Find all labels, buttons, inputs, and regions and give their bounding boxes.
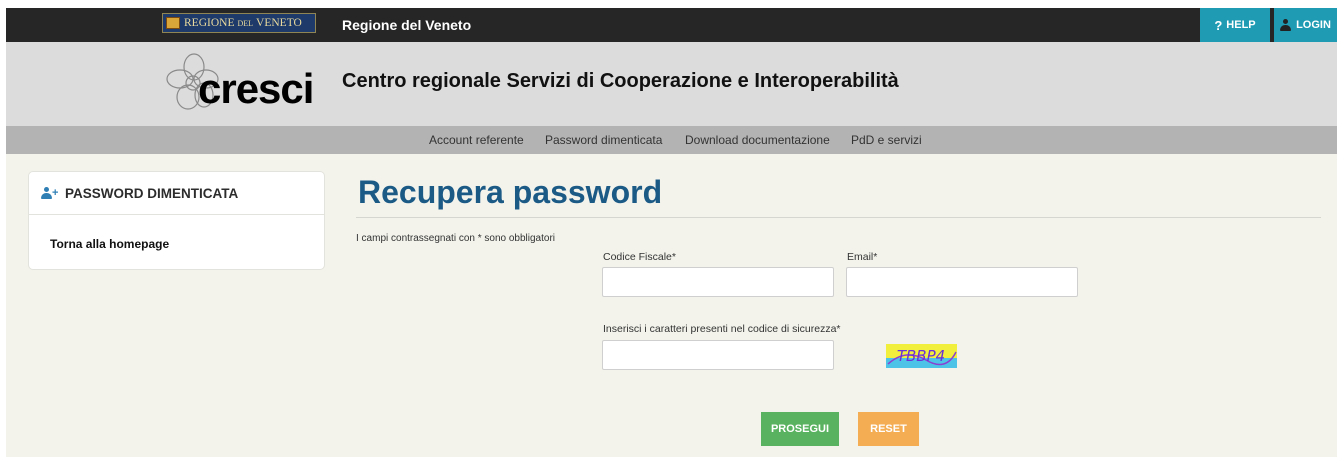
sidebar-item-homepage[interactable]: Torna alla homepage <box>50 237 169 251</box>
codice-fiscale-label: Codice Fiscale* <box>603 251 676 263</box>
user-icon <box>1280 19 1292 31</box>
cresci-logo[interactable]: cresci <box>166 51 332 117</box>
nav-item-password-dimenticata[interactable]: Password dimenticata <box>545 133 662 147</box>
help-label: HELP <box>1226 19 1256 31</box>
nav-item-account-referente[interactable]: Account referente <box>429 133 524 147</box>
topbar-title[interactable]: Regione del Veneto <box>342 17 471 33</box>
region-logo-text-3: VENETO <box>256 17 302 29</box>
question-icon: ? <box>1214 17 1223 33</box>
help-button[interactable]: ? HELP <box>1200 8 1270 42</box>
regione-crest-icon <box>166 17 180 29</box>
prosegui-button[interactable]: PROSEGUI <box>761 412 839 446</box>
email-label: Email* <box>847 251 878 263</box>
add-user-icon: + <box>41 187 59 199</box>
captcha-input[interactable] <box>602 340 834 370</box>
captcha-image: TBBP4 <box>886 344 957 368</box>
region-logo-text-2: DEL <box>237 18 254 28</box>
reset-button[interactable]: RESET <box>858 412 919 446</box>
page-frame: REGIONE DEL VENETO Regione del Veneto ? … <box>6 8 1337 457</box>
main-nav: Account referente Password dimenticata D… <box>6 126 1337 154</box>
nav-item-pdd-servizi[interactable]: PdD e servizi <box>851 133 922 147</box>
nav-item-download-documentazione[interactable]: Download documentazione <box>685 133 830 147</box>
page-title: Recupera password <box>358 174 663 210</box>
captcha-label: Inserisci i caratteri presenti nel codic… <box>603 323 841 335</box>
sidebar-heading-label: PASSWORD DIMENTICATA <box>65 185 239 201</box>
codice-fiscale-input[interactable] <box>602 267 834 297</box>
regione-veneto-logo[interactable]: REGIONE DEL VENETO <box>162 13 316 33</box>
sidebar-panel: + PASSWORD DIMENTICATA Torna alla homepa… <box>28 171 325 270</box>
top-bar: REGIONE DEL VENETO Regione del Veneto ? … <box>6 8 1337 42</box>
required-fields-note: I campi contrassegnati con * sono obblig… <box>356 233 556 244</box>
cresci-logo-text: cresci <box>198 65 314 112</box>
captcha-text: TBBP4 <box>897 347 945 365</box>
region-logo-text-1: REGIONE <box>184 17 235 29</box>
sidebar-heading: + PASSWORD DIMENTICATA <box>29 172 324 215</box>
email-input[interactable] <box>846 267 1078 297</box>
header-title: Centro regionale Servizi di Cooperazione… <box>342 70 899 92</box>
site-header: cresci Centro regionale Servizi di Coope… <box>6 42 1337 126</box>
login-label: LOGIN <box>1296 19 1331 31</box>
login-button[interactable]: LOGIN <box>1270 8 1337 42</box>
title-divider <box>356 217 1321 218</box>
